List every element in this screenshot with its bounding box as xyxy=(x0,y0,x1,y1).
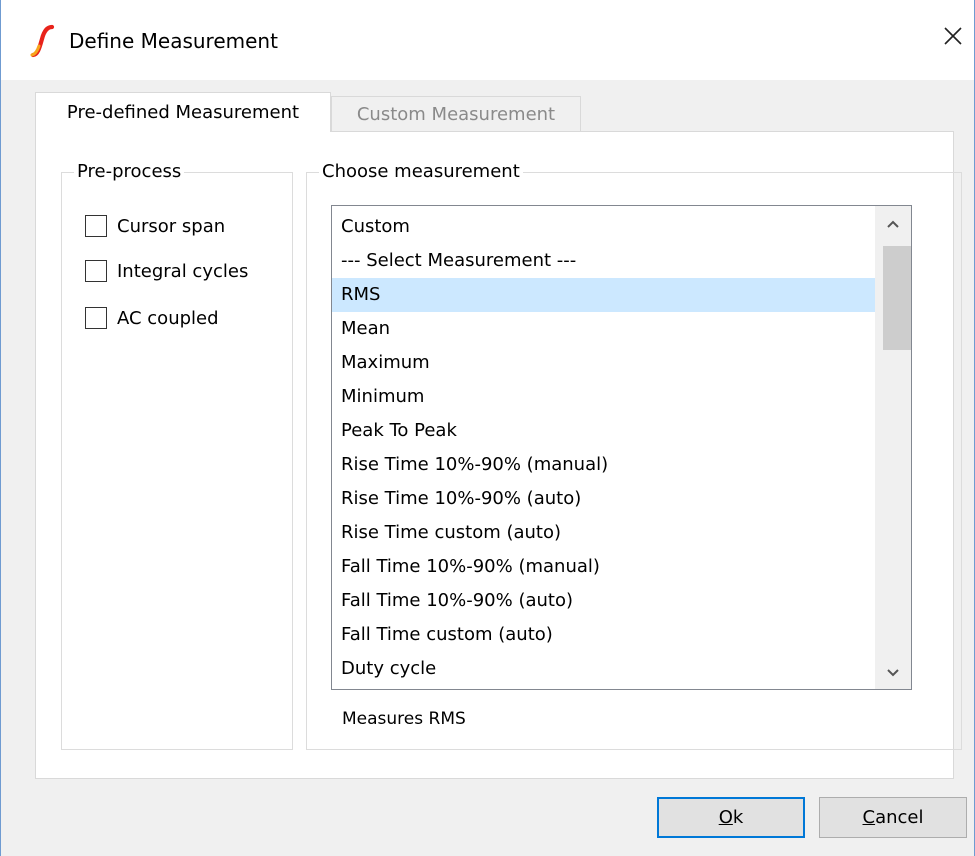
scroll-thumb[interactable] xyxy=(883,246,911,350)
measurement-description: Measures RMS xyxy=(342,709,466,729)
list-item[interactable]: Peak To Peak xyxy=(332,414,875,448)
list-item[interactable]: Rise Time 10%-90% (manual) xyxy=(332,448,875,482)
cancel-label-rest: ancel xyxy=(875,807,924,828)
checkbox-label: Integral cycles xyxy=(117,260,249,282)
scroll-up-button[interactable] xyxy=(875,206,911,240)
chevron-down-icon xyxy=(886,663,900,682)
cancel-button[interactable]: Cancel xyxy=(819,797,967,838)
list-item[interactable]: Custom xyxy=(332,210,875,244)
choose-measurement-legend: Choose measurement xyxy=(319,159,523,185)
checkbox-label: AC coupled xyxy=(117,307,219,329)
list-item[interactable]: Rise Time custom (auto) xyxy=(332,516,875,550)
list-item[interactable]: Mean xyxy=(332,312,875,346)
list-item[interactable]: Minimum xyxy=(332,380,875,414)
cancel-mnemonic: C xyxy=(862,807,876,828)
checkbox-box[interactable] xyxy=(85,260,107,282)
ok-mnemonic: O xyxy=(718,807,733,828)
ok-label-rest: k xyxy=(732,807,744,828)
checkbox-box[interactable] xyxy=(85,215,107,237)
list-item[interactable]: Fall Time 10%-90% (auto) xyxy=(332,584,875,618)
window-title: Define Measurement xyxy=(69,29,278,53)
chevron-up-icon xyxy=(886,214,900,233)
title-bar: Define Measurement xyxy=(1,0,974,80)
list-item[interactable]: --- Select Measurement --- xyxy=(332,244,875,278)
close-icon xyxy=(943,26,963,50)
scroll-down-button[interactable] xyxy=(875,655,911,689)
define-measurement-dialog: Define Measurement Pre-defined Measureme… xyxy=(0,0,975,856)
list-item[interactable]: Duty cycle xyxy=(332,652,875,686)
list-item-selected[interactable]: RMS xyxy=(332,278,875,312)
list-item[interactable]: Rise Time 10%-90% (auto) xyxy=(332,482,875,516)
measurement-list: Custom --- Select Measurement --- RMS Me… xyxy=(332,210,875,686)
preprocess-legend: Pre-process xyxy=(74,159,185,185)
list-item[interactable]: Fall Time custom (auto) xyxy=(332,618,875,652)
vertical-scrollbar[interactable] xyxy=(875,206,911,689)
tab-label: Custom Measurement xyxy=(356,103,556,125)
checkbox-label: Cursor span xyxy=(117,215,226,237)
integral-cycles-checkbox[interactable]: Integral cycles xyxy=(85,258,248,284)
simetrix-logo-icon xyxy=(28,24,56,58)
measurement-listbox[interactable]: Custom --- Select Measurement --- RMS Me… xyxy=(331,205,912,690)
cursor-span-checkbox[interactable]: Cursor span xyxy=(85,213,225,239)
tab-pre-defined-measurement[interactable]: Pre-defined Measurement xyxy=(35,92,331,132)
list-item[interactable]: Fall Time 10%-90% (manual) xyxy=(332,550,875,584)
tab-custom-measurement[interactable]: Custom Measurement xyxy=(331,96,581,131)
close-button[interactable] xyxy=(931,16,975,60)
ok-button[interactable]: Ok xyxy=(657,797,805,838)
list-item[interactable]: Maximum xyxy=(332,346,875,380)
ac-coupled-checkbox[interactable]: AC coupled xyxy=(85,305,219,331)
checkbox-box[interactable] xyxy=(85,307,107,329)
tab-label: Pre-defined Measurement xyxy=(66,102,300,123)
